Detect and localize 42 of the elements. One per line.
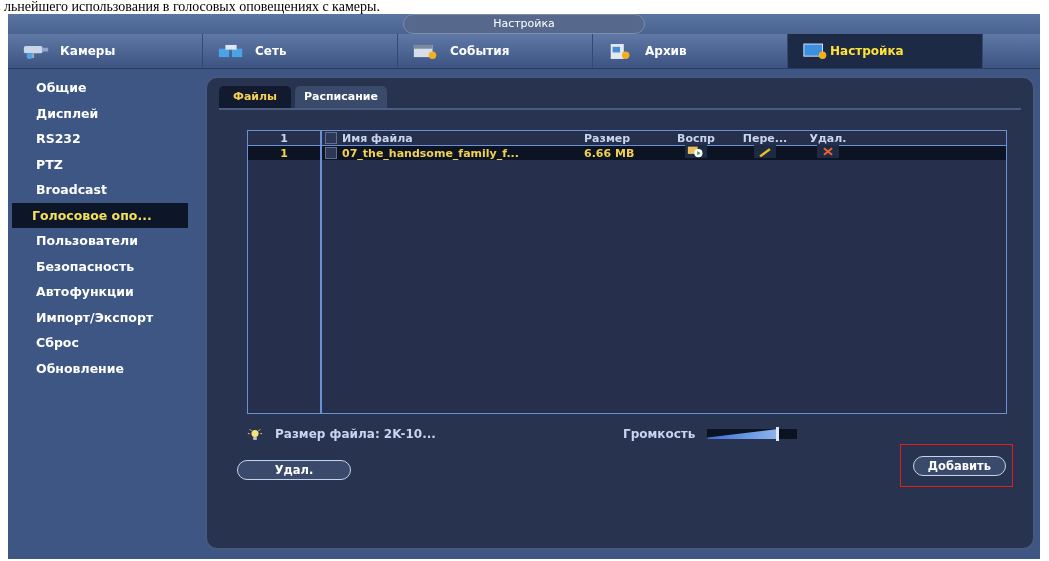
checkbox[interactable]	[325, 147, 337, 159]
column-header: Размер	[584, 131, 632, 145]
sidebar-item[interactable]: PTZ	[12, 151, 200, 177]
table-cell-text: 1	[279, 131, 289, 145]
sidebar-item[interactable]: RS232	[12, 126, 200, 152]
table-cell-text: 6.66 MB	[584, 146, 636, 160]
sidebar-item[interactable]: Импорт/Экспорт	[12, 304, 200, 330]
sidebar-item[interactable]: Пользователи	[12, 228, 200, 254]
main-tab[interactable]: Камеры	[8, 34, 203, 68]
sidebar-item[interactable]: Дисплей	[12, 100, 200, 126]
pencil-icon[interactable]	[754, 145, 776, 158]
sidebar-item[interactable]: Сброс	[12, 330, 200, 356]
close-icon[interactable]	[817, 145, 839, 158]
table-row[interactable]: 1 07_the_handsome_family_f... 6.66 MB	[248, 146, 1006, 160]
delete-button[interactable]: Удал.	[237, 459, 351, 480]
sidebar-item[interactable]: Голосовое опо...	[12, 202, 188, 228]
table-cell-text: 07_the_handsome_family_f...	[342, 146, 520, 160]
column-header: Воспр	[676, 131, 716, 145]
document-caption: льнейшего использования в голосовых оповещениях с камеры.	[3, 0, 381, 14]
column-header: Удал.	[808, 131, 848, 145]
checkbox[interactable]	[325, 132, 337, 144]
main-tab[interactable]: Настройка	[788, 34, 983, 68]
table-cell-text: 1	[279, 146, 289, 160]
sub-tab[interactable]: Файлы	[219, 86, 291, 108]
main-tab[interactable]: События	[398, 34, 593, 68]
sidebar-item[interactable]: Broadcast	[12, 177, 200, 203]
add-button[interactable]: Добавить	[912, 456, 1006, 476]
hint-text: Размер файла: 2K-10...	[275, 427, 437, 441]
window-title: Настройка	[403, 14, 645, 34]
network-icon	[217, 42, 245, 60]
play-icon[interactable]	[685, 145, 707, 158]
sidebar-item[interactable]: Безопасность	[12, 253, 200, 279]
sidebar-item[interactable]: Автофункции	[12, 279, 200, 305]
column-header: Имя файла	[342, 131, 414, 145]
main-tab[interactable]: Сеть	[203, 34, 398, 68]
lightbulb-icon	[247, 427, 263, 441]
volume-label: Громкость	[623, 427, 696, 441]
sidebar-item[interactable]: Общие	[12, 75, 200, 101]
volume-slider[interactable]	[707, 429, 798, 439]
sub-tab[interactable]: Расписание	[295, 86, 387, 108]
sidebar-item[interactable]: Обновление	[12, 355, 200, 381]
column-header: Пере...	[741, 131, 789, 145]
